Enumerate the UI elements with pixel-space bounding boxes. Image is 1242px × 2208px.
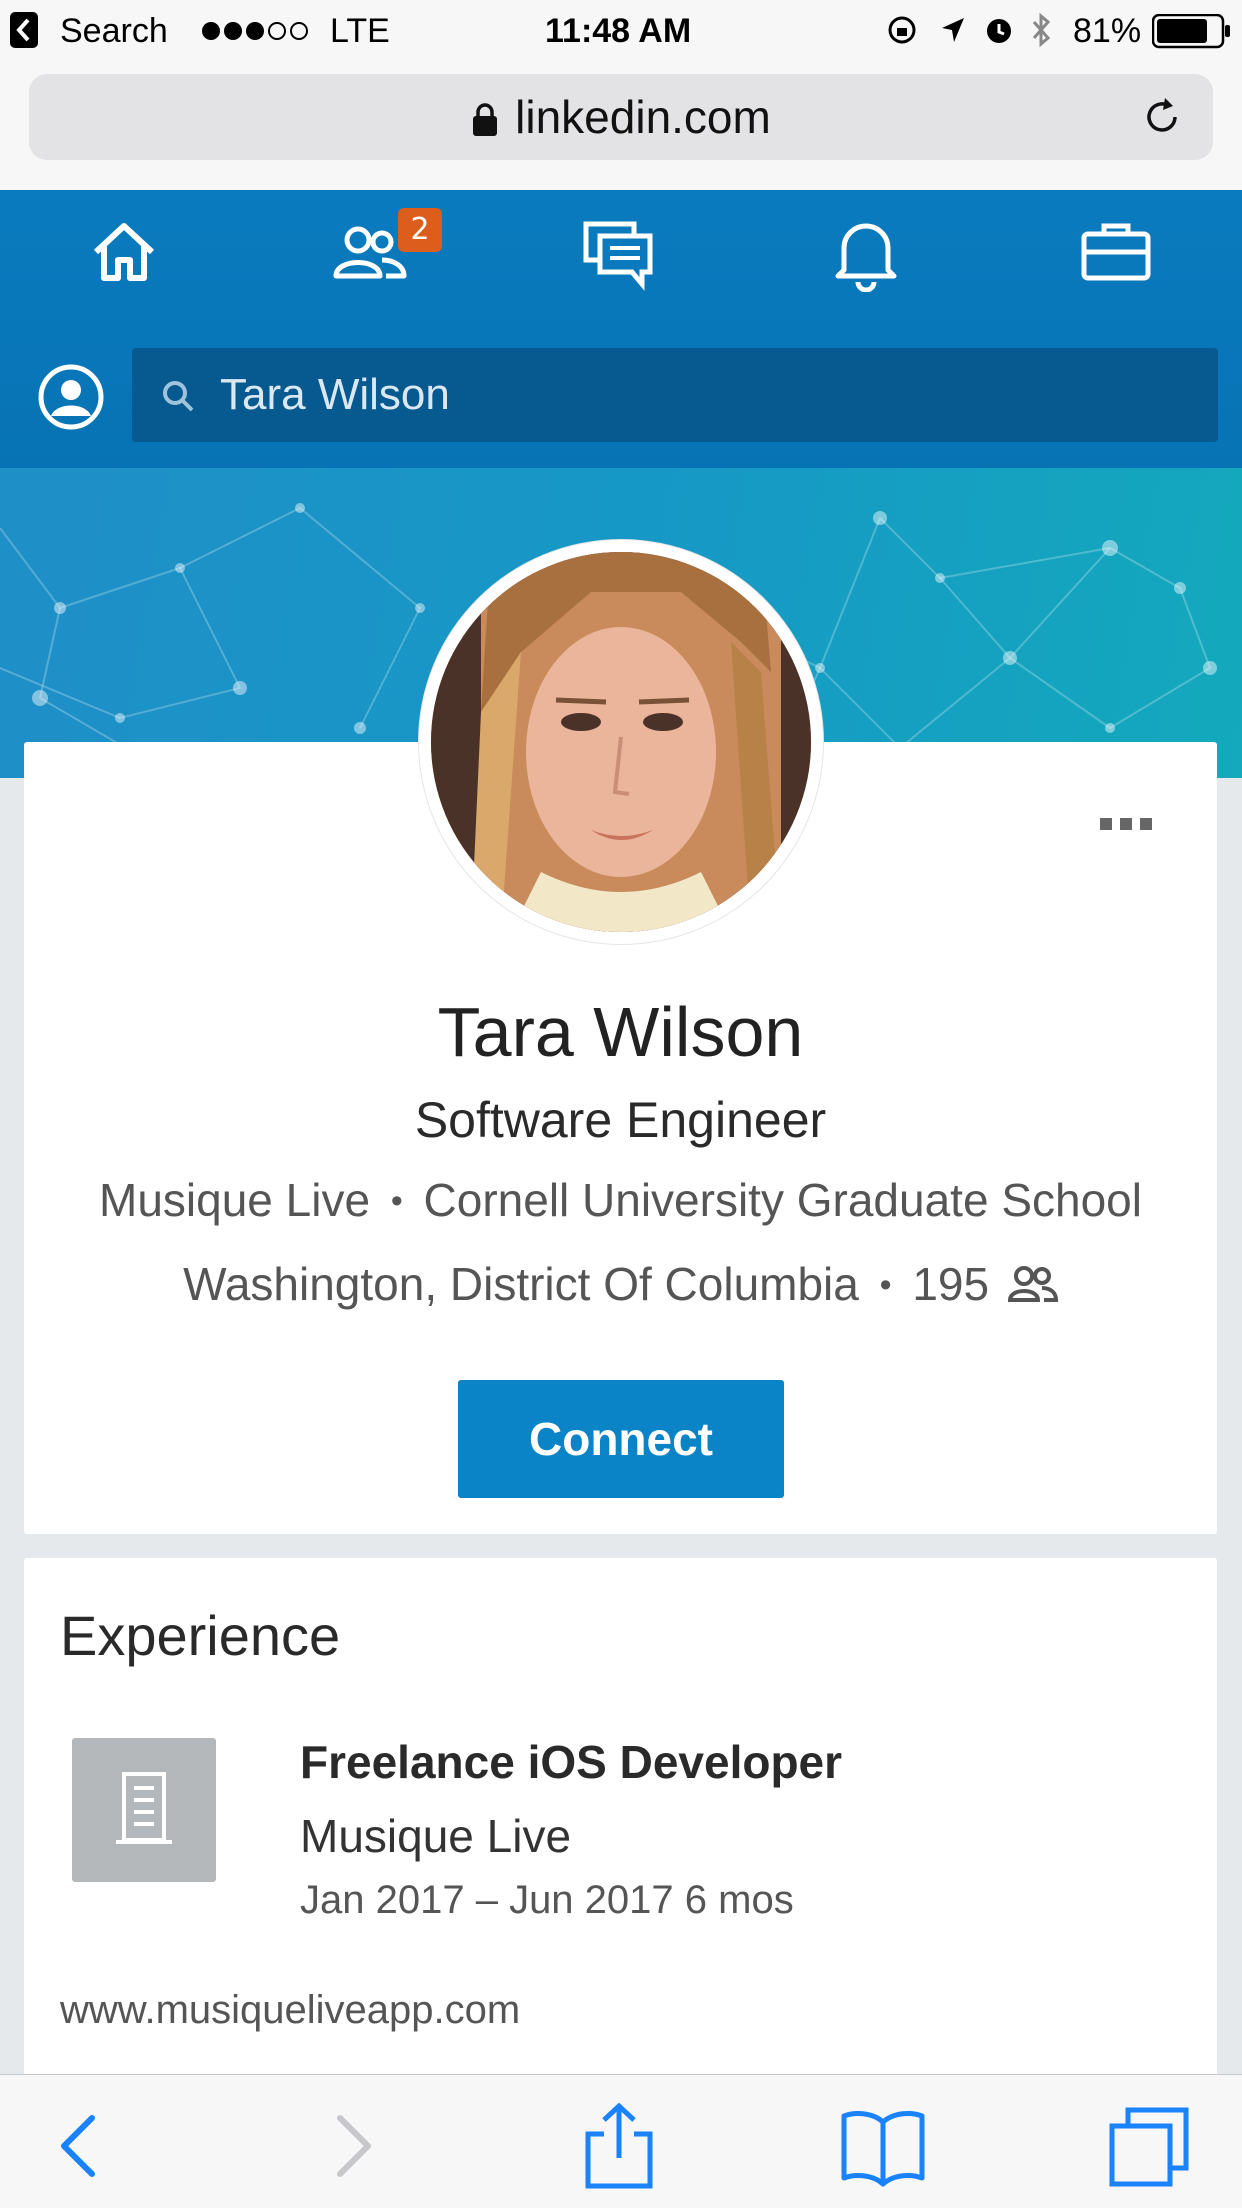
profile-school[interactable]: Cornell University Graduate School bbox=[424, 1174, 1142, 1226]
bookmarks-icon[interactable] bbox=[838, 2102, 928, 2192]
connect-button[interactable]: Connect bbox=[458, 1380, 784, 1498]
network-type: LTE bbox=[330, 12, 390, 50]
alarm-icon bbox=[987, 19, 1011, 43]
connections-count[interactable]: 195 bbox=[912, 1258, 989, 1310]
messaging-icon[interactable] bbox=[578, 212, 658, 292]
battery-percent: 81% bbox=[1073, 12, 1142, 50]
signal-strength bbox=[202, 20, 312, 40]
job-description-url[interactable]: www.musiqueliveapp.com bbox=[60, 1978, 520, 2042]
tabs-icon[interactable] bbox=[1104, 2102, 1194, 2192]
jobs-icon[interactable] bbox=[1076, 212, 1156, 292]
bluetooth-icon bbox=[1032, 12, 1051, 48]
more-options-button[interactable] bbox=[1100, 815, 1168, 845]
lock-icon bbox=[473, 103, 498, 136]
profile-name: Tara Wilson bbox=[437, 993, 804, 1071]
building-icon bbox=[116, 1772, 172, 1844]
job-dates: Jan 2017 – Jun 2017 6 mos bbox=[300, 1878, 794, 1922]
reload-icon[interactable] bbox=[1139, 94, 1185, 140]
connections-icon bbox=[1007, 1266, 1058, 1302]
back-to-app-icon[interactable] bbox=[10, 12, 38, 48]
status-bar: Search LTE 11:48 AM 81% bbox=[0, 0, 1242, 62]
back-icon[interactable] bbox=[34, 2102, 124, 2192]
profile-avatar-icon[interactable] bbox=[38, 364, 104, 430]
profile-company-school: Musique Live • Cornell University Gradua… bbox=[24, 1168, 1217, 1233]
battery-icon bbox=[1152, 14, 1230, 49]
orientation-lock-icon bbox=[888, 16, 916, 44]
home-icon[interactable] bbox=[84, 212, 164, 292]
location-icon bbox=[942, 18, 964, 42]
search-input[interactable]: Tara Wilson bbox=[132, 348, 1218, 442]
forward-icon[interactable] bbox=[308, 2102, 398, 2192]
profile-location: Washington, District Of Columbia bbox=[183, 1258, 859, 1310]
profile-photo-image bbox=[431, 552, 811, 932]
back-app-label[interactable]: Search bbox=[60, 8, 168, 54]
share-icon[interactable] bbox=[574, 2102, 664, 2192]
profile-headline: Software Engineer bbox=[414, 1092, 827, 1148]
experience-section-title: Experience bbox=[60, 1604, 341, 1667]
search-icon bbox=[163, 381, 194, 412]
profile-location-connections: Washington, District Of Columbia • 195 bbox=[24, 1252, 1217, 1317]
job-title[interactable]: Freelance iOS Developer bbox=[300, 1730, 842, 1794]
url-text: linkedin.com bbox=[515, 91, 771, 143]
network-notification-badge: 2 bbox=[398, 208, 442, 252]
job-company: Musique Live bbox=[300, 1810, 572, 1862]
address-bar[interactable]: linkedin.com bbox=[29, 74, 1213, 160]
profile-photo[interactable] bbox=[419, 540, 823, 944]
clock: 11:48 AM bbox=[545, 12, 692, 50]
company-logo-placeholder[interactable] bbox=[72, 1738, 216, 1882]
separator: • bbox=[390, 1182, 403, 1220]
search-query: Tara Wilson bbox=[220, 370, 450, 419]
profile-company[interactable]: Musique Live bbox=[99, 1174, 370, 1226]
separator: • bbox=[879, 1266, 892, 1304]
notifications-icon[interactable] bbox=[826, 212, 906, 292]
